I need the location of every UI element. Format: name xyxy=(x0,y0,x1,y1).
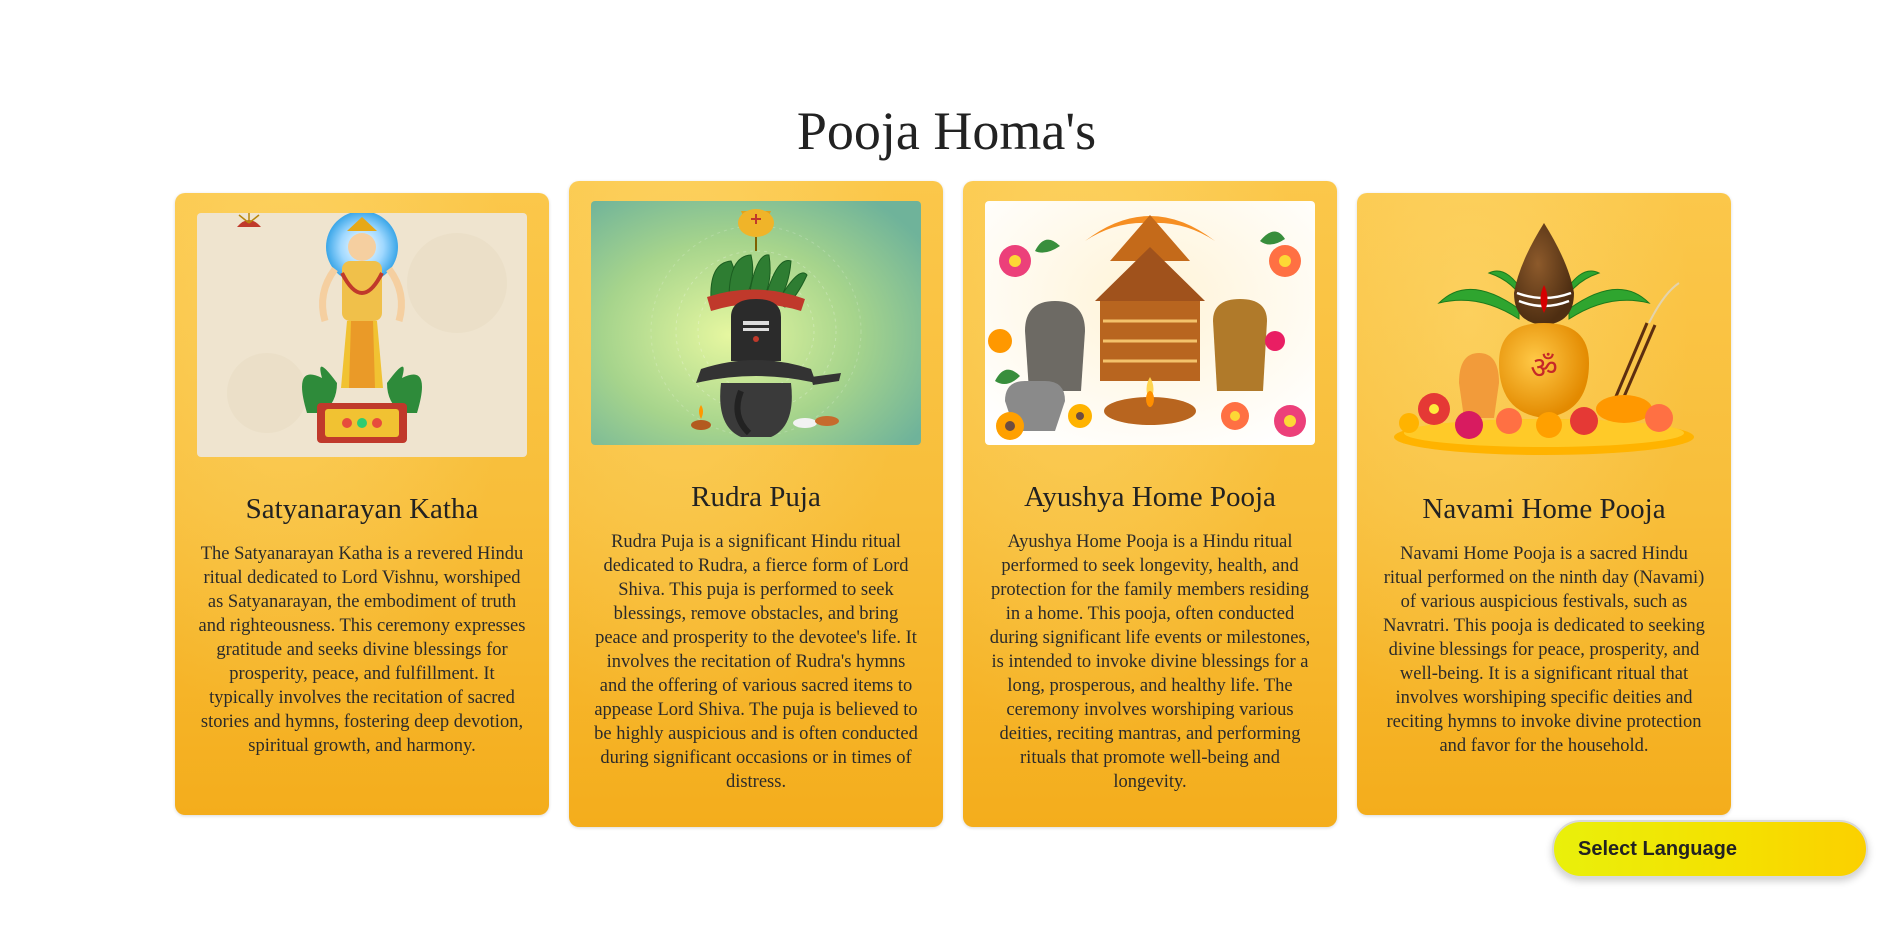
ayushya-pooja-image xyxy=(985,201,1315,445)
pooja-card-rudra[interactable]: Rudra Puja Rudra Puja is a significant H… xyxy=(569,181,943,827)
card-title: Ayushya Home Pooja xyxy=(1024,481,1276,513)
rudra-puja-image xyxy=(591,201,921,445)
pooja-card-ayushya[interactable]: Ayushya Home Pooja Ayushya Home Pooja is… xyxy=(963,181,1337,827)
pooja-card-navami[interactable]: ॐ Navami Home Pooja Navami Home Pooja is… xyxy=(1357,193,1731,815)
card-title: Satyanarayan Katha xyxy=(245,493,479,525)
card-title: Navami Home Pooja xyxy=(1422,493,1666,525)
card-description: Ayushya Home Pooja is a Hindu ritual per… xyxy=(989,532,1311,792)
card-description: Navami Home Pooja is a sacred Hindu ritu… xyxy=(1383,544,1705,756)
pooja-card-satyanarayan[interactable]: Satyanarayan Katha The Satyanarayan Kath… xyxy=(175,193,549,815)
satyanarayan-image xyxy=(197,213,527,457)
card-description: Rudra Puja is a significant Hindu ritual… xyxy=(594,532,918,792)
card-description: The Satyanarayan Katha is a revered Hind… xyxy=(198,544,526,756)
svg-text:ॐ: ॐ xyxy=(1530,351,1557,386)
navami-pooja-image: ॐ xyxy=(1379,213,1709,457)
select-language-button[interactable]: Select Language xyxy=(1552,820,1868,878)
card-title: Rudra Puja xyxy=(691,481,821,513)
section-title: Pooja Homa's xyxy=(796,101,1097,161)
